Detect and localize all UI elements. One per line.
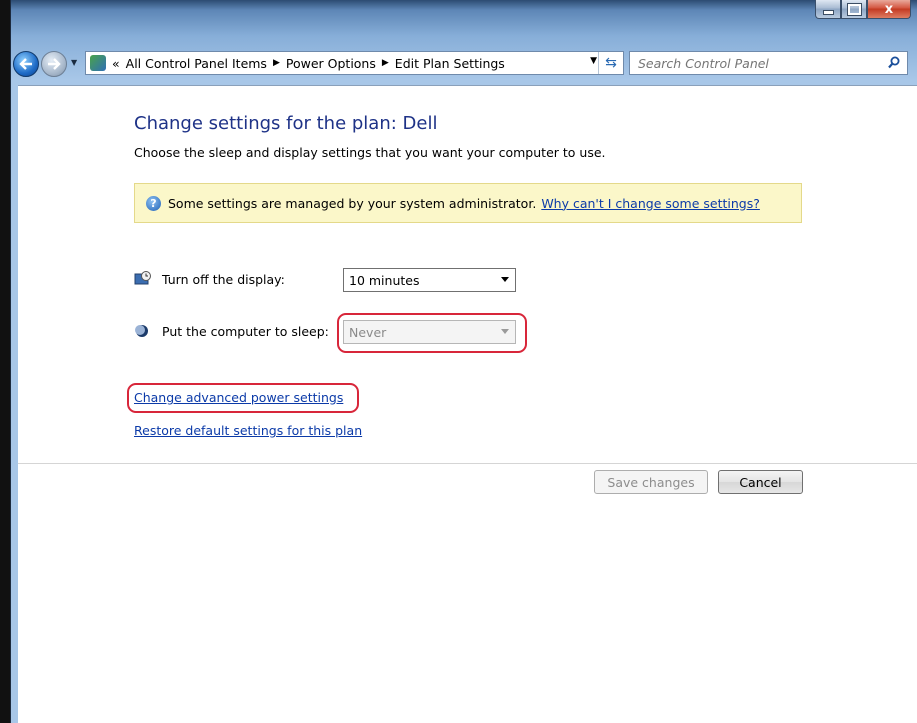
highlight-sleep-select — [337, 313, 527, 353]
control-panel-icon — [90, 55, 106, 71]
restore-default-settings-link[interactable]: Restore default settings for this plan — [134, 423, 362, 438]
close-icon: x — [884, 1, 894, 17]
display-setting-row: Turn off the display: — [134, 271, 342, 287]
content-pane: Change settings for the plan: Dell Choos… — [18, 85, 917, 723]
sleep-setting-row: Put the computer to sleep: — [134, 323, 342, 339]
close-button[interactable]: x — [867, 0, 911, 19]
recent-pages-button[interactable]: ▼ — [71, 58, 81, 70]
save-changes-button[interactable]: Save changes — [594, 470, 708, 494]
caption-buttons: x — [815, 0, 911, 20]
highlight-advanced-link — [127, 383, 359, 413]
address-prefix[interactable]: « — [112, 56, 120, 71]
info-text: Some settings are managed by your system… — [168, 195, 537, 211]
address-bar[interactable]: « All Control Panel Items ▶ Power Option… — [85, 51, 624, 75]
desktop-edge — [0, 0, 10, 723]
forward-button[interactable] — [41, 51, 67, 77]
breadcrumb-separator-icon[interactable]: ▶ — [273, 58, 280, 68]
moon-icon — [135, 325, 148, 337]
search-icon[interactable] — [887, 56, 900, 70]
cancel-button[interactable]: Cancel — [718, 470, 803, 494]
display-timeout-value: 10 minutes — [349, 272, 420, 288]
back-button[interactable] — [13, 51, 39, 77]
display-label: Turn off the display: — [162, 271, 285, 287]
explorer-window: x ▼ « All Control Panel Items ▶ Power Op… — [10, 0, 917, 723]
refresh-icon: ⇆ — [605, 55, 617, 71]
page-subtitle: Choose the sleep and display settings th… — [134, 145, 606, 160]
display-timeout-select[interactable]: 10 minutes — [343, 268, 516, 292]
breadcrumb-power-options[interactable]: Power Options — [286, 56, 376, 71]
maximize-button[interactable] — [841, 0, 867, 19]
page-title: Change settings for the plan: Dell — [134, 113, 438, 134]
monitor-clock-icon — [134, 271, 151, 285]
maximize-icon — [847, 3, 861, 15]
arrow-right-icon — [48, 58, 61, 70]
refresh-button[interactable]: ⇆ — [598, 52, 623, 74]
chevron-down-icon: ▼ — [71, 58, 78, 67]
search-input[interactable] — [636, 54, 870, 72]
breadcrumb-separator-icon[interactable]: ▶ — [382, 58, 389, 68]
breadcrumb-all-control-panel-items[interactable]: All Control Panel Items — [126, 56, 267, 71]
why-cant-i-change-link[interactable]: Why can't I change some settings? — [541, 196, 760, 211]
search-box — [629, 51, 908, 75]
breadcrumb-edit-plan-settings[interactable]: Edit Plan Settings — [395, 56, 505, 71]
divider — [18, 463, 917, 464]
address-dropdown-icon[interactable]: ▼ — [590, 56, 597, 66]
help-icon: ? — [146, 195, 161, 211]
minimize-icon — [822, 9, 834, 15]
chevron-down-icon — [501, 277, 509, 282]
info-bar: ? Some settings are managed by your syst… — [134, 183, 802, 223]
sleep-label: Put the computer to sleep: — [162, 323, 329, 339]
arrow-left-icon — [19, 58, 32, 70]
minimize-button[interactable] — [815, 0, 841, 19]
